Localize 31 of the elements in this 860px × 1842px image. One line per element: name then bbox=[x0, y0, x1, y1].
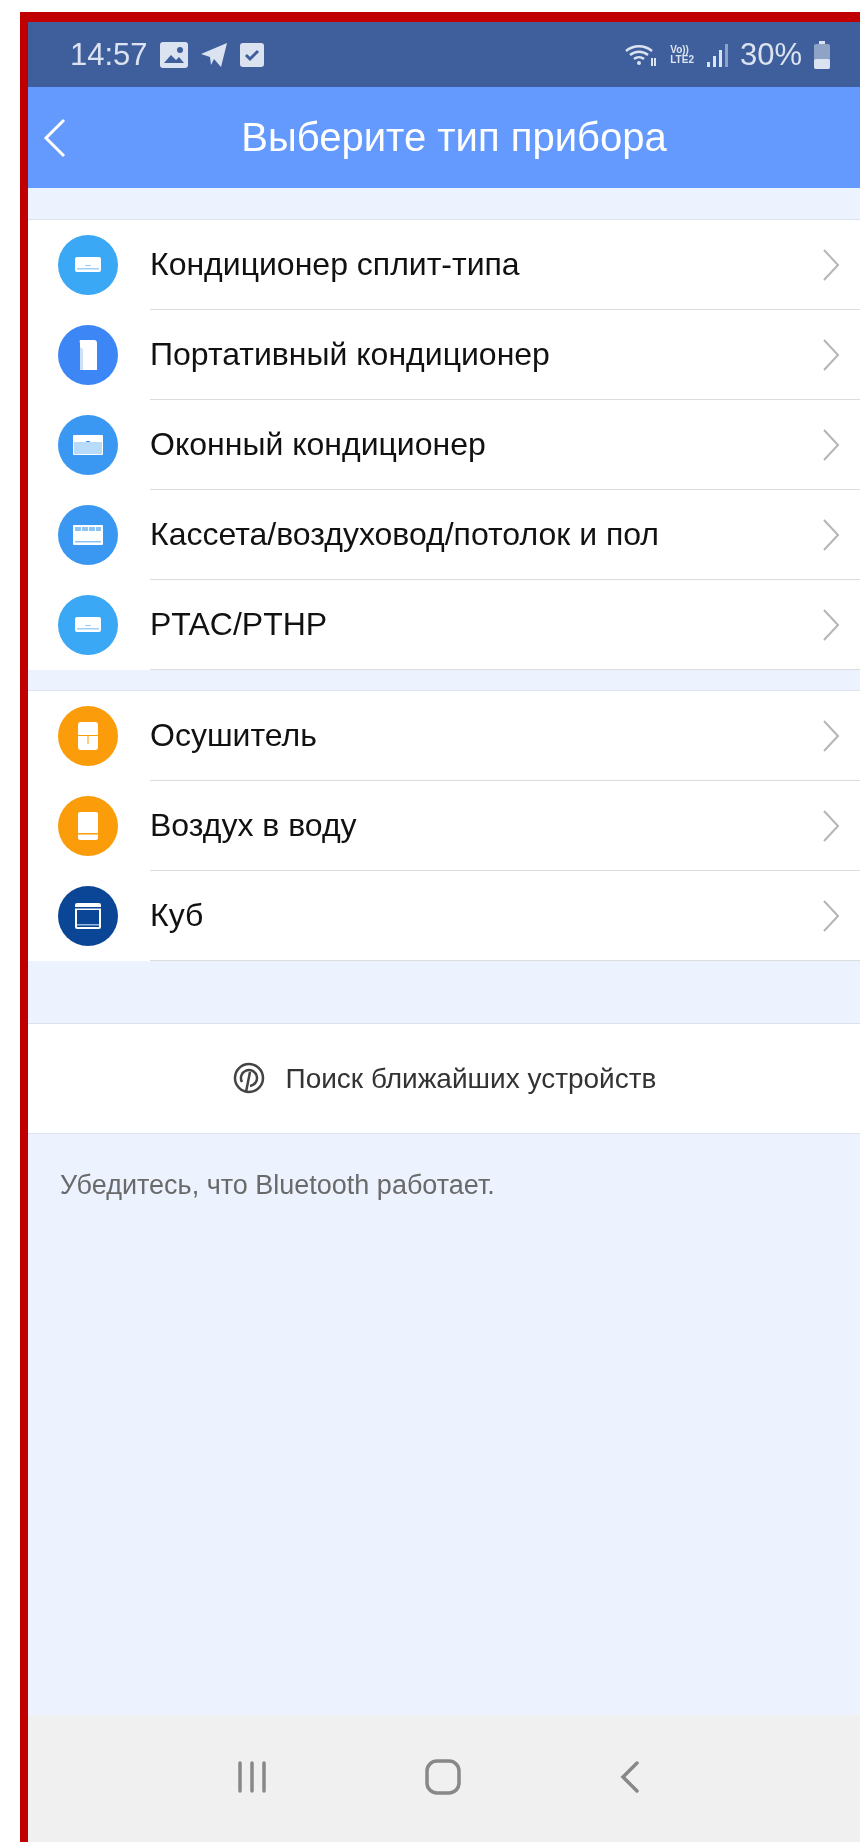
bluetooth-hint: Убедитесь, что Bluetooth работает. bbox=[60, 1170, 495, 1200]
device-type-item[interactable]: Кассета/воздуховод/потолок и пол bbox=[28, 490, 860, 580]
home-icon[interactable] bbox=[425, 1759, 461, 1798]
device-type-item[interactable]: Кондиционер сплит-типа bbox=[28, 220, 860, 310]
chevron-icon bbox=[822, 247, 840, 282]
search-nearby-button[interactable]: Поиск ближайших устройств bbox=[28, 1023, 860, 1134]
chevron-icon bbox=[822, 808, 840, 843]
device-type-item[interactable]: Оконный кондиционер bbox=[28, 400, 860, 490]
battery-percent: 30% bbox=[739, 36, 802, 73]
clock: 14:57 bbox=[70, 36, 148, 73]
chevron-icon bbox=[822, 337, 840, 372]
paper-plane-icon bbox=[199, 41, 228, 68]
back-icon[interactable] bbox=[42, 117, 68, 159]
page-title: Выберите тип прибора bbox=[241, 115, 667, 160]
battery-icon bbox=[814, 40, 830, 69]
chevron-icon bbox=[822, 898, 840, 933]
device-type-item[interactable]: PTAC/PTHP bbox=[28, 580, 860, 670]
checkbox-icon bbox=[239, 42, 264, 67]
signal-icon bbox=[705, 41, 728, 68]
picture-icon bbox=[159, 41, 188, 68]
chevron-icon bbox=[822, 607, 840, 642]
device-type-item[interactable]: Осушитель bbox=[28, 691, 860, 781]
network-label: LTE2 bbox=[670, 54, 694, 65]
device-type-item[interactable]: Воздух в воду bbox=[28, 781, 860, 871]
device-type-item[interactable]: Куб bbox=[28, 871, 860, 961]
recent-apps-icon[interactable] bbox=[237, 1761, 267, 1796]
device-type-item[interactable]: Портативный кондиционер bbox=[28, 310, 860, 400]
chevron-icon bbox=[822, 427, 840, 462]
chevron-icon bbox=[822, 517, 840, 552]
network-label: Vo)) bbox=[670, 44, 690, 55]
chevron-icon bbox=[822, 718, 840, 753]
